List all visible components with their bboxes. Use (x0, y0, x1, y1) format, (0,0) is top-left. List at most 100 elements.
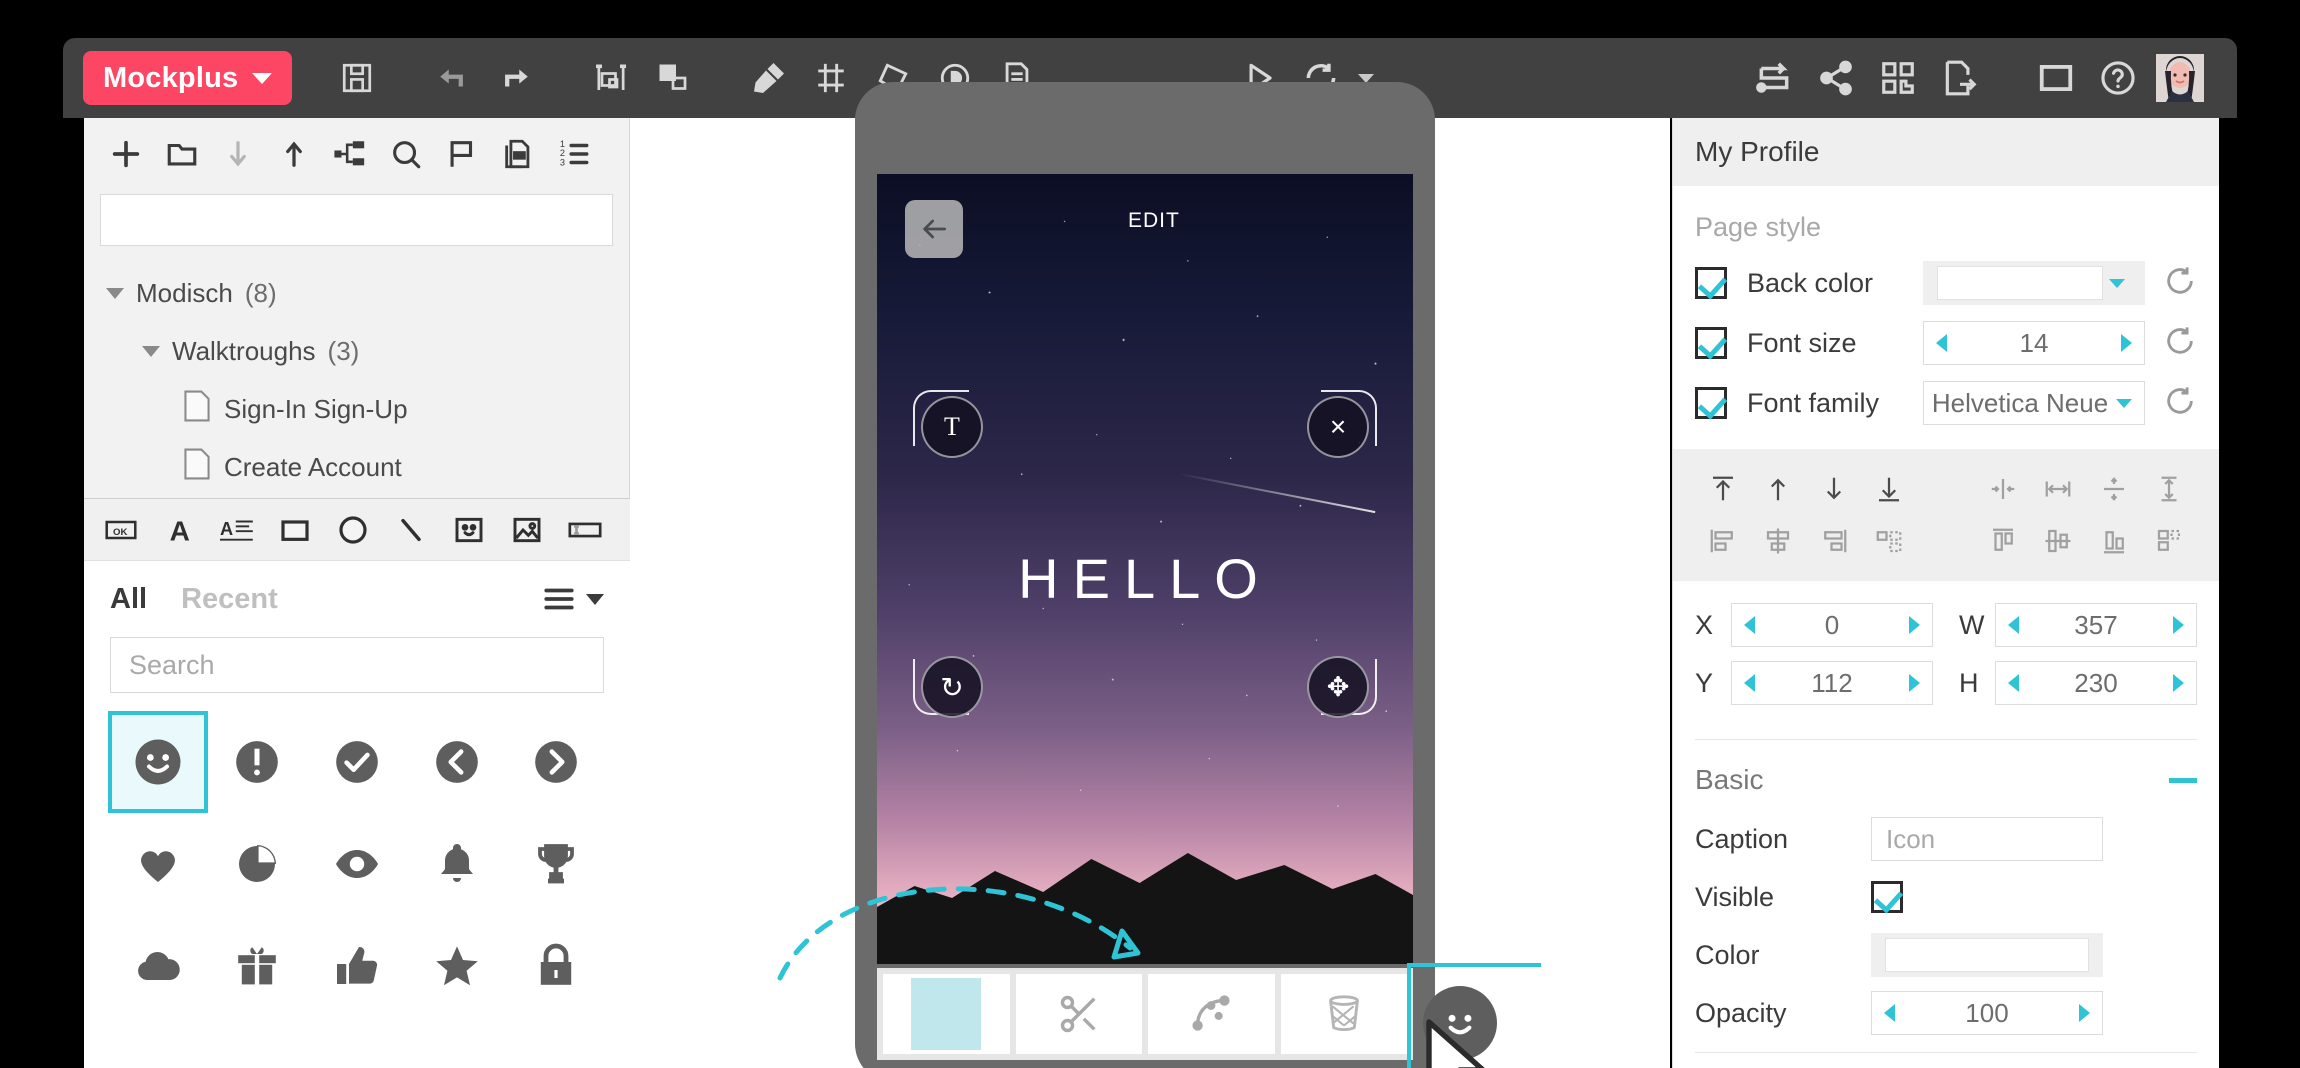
bring-to-front-icon[interactable] (1695, 463, 1751, 515)
rectangle-icon[interactable] (266, 501, 324, 559)
stepper-decrement-icon[interactable] (1884, 1004, 1895, 1022)
stepper-decrement-icon[interactable] (2008, 616, 2019, 634)
icon-cell-lock[interactable] (506, 915, 606, 1017)
rotate-handle[interactable]: ↻ (921, 656, 983, 718)
flag-icon[interactable] (434, 126, 490, 182)
stepper-decrement-icon[interactable] (1744, 674, 1755, 692)
basic-section-header[interactable]: Basic (1673, 750, 2219, 810)
circle-icon[interactable] (324, 501, 382, 559)
triangle-expanded-icon[interactable] (106, 287, 124, 299)
brand-menu-button[interactable]: Mockplus (83, 51, 293, 105)
match-height-icon[interactable] (2141, 515, 2197, 567)
phone-screen[interactable]: EDIT HELLO T × ↻ ✥ (877, 174, 1413, 964)
move-handle[interactable]: ✥ (1307, 656, 1369, 718)
back-arrow-icon[interactable] (905, 200, 963, 258)
input-field-icon[interactable] (556, 501, 614, 559)
back-color-checkbox[interactable] (1695, 267, 1727, 299)
line-icon[interactable] (382, 501, 440, 559)
trash-icon[interactable] (1280, 974, 1407, 1054)
redo-icon[interactable] (484, 47, 546, 109)
opacity-stepper[interactable]: 100 (1871, 991, 2103, 1035)
align-middle-icon[interactable] (2086, 463, 2142, 515)
image-icon[interactable] (498, 501, 556, 559)
icon-cell-star[interactable] (407, 915, 507, 1017)
icon-cell-exclamation[interactable] (208, 711, 308, 813)
align-left-icon[interactable] (1695, 515, 1751, 567)
font-family-select[interactable]: Helvetica Neue (1923, 381, 2145, 425)
stepper-increment-icon[interactable] (2121, 334, 2132, 352)
export-icon[interactable] (1929, 47, 1991, 109)
visible-checkbox[interactable] (1871, 881, 1903, 913)
align-top-icon[interactable] (1975, 515, 2031, 567)
font-size-checkbox[interactable] (1695, 327, 1727, 359)
back-color-picker[interactable] (1923, 261, 2145, 305)
send-to-back-icon[interactable] (1862, 463, 1918, 515)
icon-cell-chevron-left[interactable] (407, 711, 507, 813)
stepper-increment-icon[interactable] (1909, 616, 1920, 634)
icon-cell-heart[interactable] (108, 813, 208, 915)
sitemap-icon[interactable] (322, 126, 378, 182)
tree-item-folder[interactable]: Modisch (8) (84, 264, 629, 322)
align-center-icon[interactable] (1751, 515, 1807, 567)
align-right-icon[interactable] (1806, 515, 1862, 567)
icon-cell-pie-chart[interactable] (208, 813, 308, 915)
text-icon[interactable]: A (150, 501, 208, 559)
icon-cell-thumbs-up[interactable] (307, 915, 407, 1017)
send-backward-icon[interactable] (1806, 463, 1862, 515)
distribute-vertical-icon[interactable] (2141, 463, 2197, 515)
stepper-increment-icon[interactable] (1909, 674, 1920, 692)
align-vertical-center-icon[interactable] (2030, 515, 2086, 567)
flow-link-icon[interactable] (1743, 47, 1805, 109)
avatar[interactable] (2149, 47, 2211, 109)
icon-cell-check[interactable] (307, 711, 407, 813)
grid-icon[interactable] (800, 47, 862, 109)
headline-text[interactable]: HELLO (877, 546, 1413, 611)
stepper-increment-icon[interactable] (2079, 1004, 2090, 1022)
text-handle[interactable]: T (921, 396, 983, 458)
save-icon[interactable] (326, 47, 388, 109)
format-painter-icon[interactable] (738, 47, 800, 109)
tree-item-page[interactable]: Create Account (84, 438, 629, 496)
chevron-down-icon[interactable] (2109, 278, 2125, 288)
add-page-icon[interactable] (98, 126, 154, 182)
bring-forward-icon[interactable] (1751, 463, 1807, 515)
tree-item-folder[interactable]: Walktroughs (3) (84, 322, 629, 380)
icon-cell-chevron-right[interactable] (506, 711, 606, 813)
stepper-decrement-icon[interactable] (1936, 334, 1947, 352)
move-down-icon[interactable] (210, 126, 266, 182)
component-search-input[interactable]: Search (110, 637, 604, 693)
font-family-checkbox[interactable] (1695, 387, 1727, 419)
icon-cell-trophy[interactable] (506, 813, 606, 915)
duplicate-page-icon[interactable] (490, 126, 546, 182)
reset-icon[interactable] (2163, 384, 2197, 423)
color-picker[interactable] (1871, 933, 2103, 977)
align-center-vertical-icon[interactable] (1975, 463, 2031, 515)
caption-input[interactable]: Icon (1871, 817, 2103, 861)
reset-icon[interactable] (2163, 264, 2197, 303)
move-up-icon[interactable] (266, 126, 322, 182)
close-handle[interactable]: × (1307, 396, 1369, 458)
qr-code-icon[interactable] (1867, 47, 1929, 109)
button-icon[interactable]: OK (92, 501, 150, 559)
window-icon[interactable] (2025, 47, 2087, 109)
tab-recent[interactable]: Recent (181, 583, 278, 616)
undo-icon[interactable] (422, 47, 484, 109)
h-stepper[interactable]: 230 (1995, 661, 2197, 705)
tab-all[interactable]: All (110, 583, 147, 616)
icon-cell-cloud[interactable] (108, 915, 208, 1017)
search-icon[interactable] (378, 126, 434, 182)
font-size-stepper[interactable]: 14 (1923, 321, 2145, 365)
w-stepper[interactable]: 357 (1995, 603, 2197, 647)
stepper-decrement-icon[interactable] (2008, 674, 2019, 692)
match-size-icon[interactable] (1862, 515, 1918, 567)
stepper-decrement-icon[interactable] (1744, 616, 1755, 634)
icon-cell-bell[interactable] (407, 813, 507, 915)
design-canvas[interactable]: EDIT HELLO T × ↻ ✥ (630, 82, 1670, 1068)
group-icon[interactable] (580, 47, 642, 109)
pages-filter-input[interactable] (100, 194, 613, 246)
stepper-increment-icon[interactable] (2173, 674, 2184, 692)
help-icon[interactable] (2087, 47, 2149, 109)
triangle-expanded-icon[interactable] (142, 345, 160, 357)
add-folder-icon[interactable] (154, 126, 210, 182)
ungroup-icon[interactable] (642, 47, 704, 109)
